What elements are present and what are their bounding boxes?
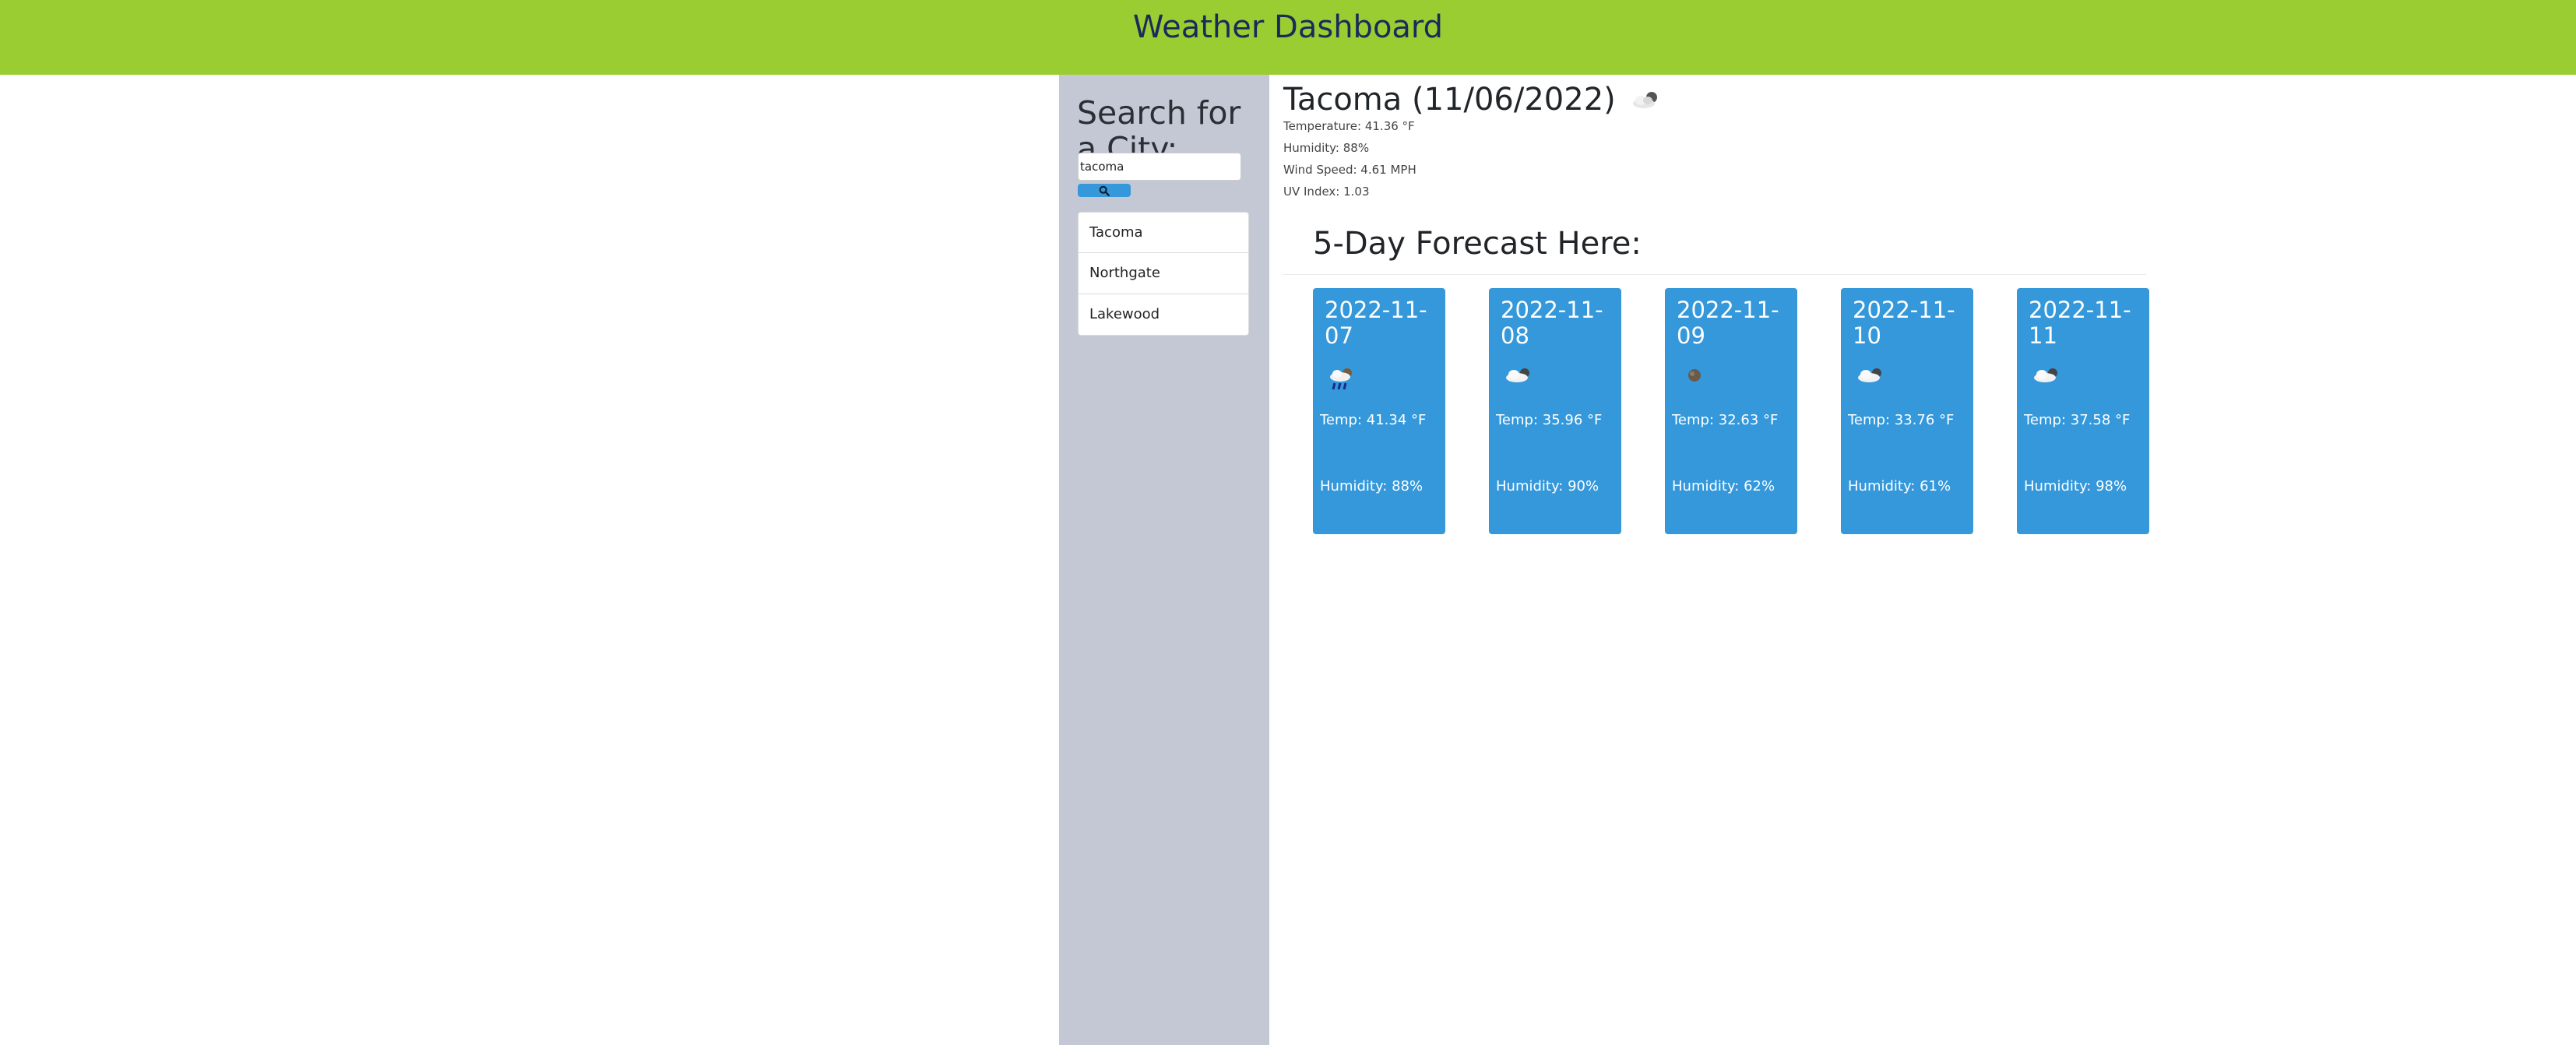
forecast-humidity: Humidity: 62% <box>1672 478 1775 494</box>
forecast-card: 2022-11-08 Temp: 35.96 °F Humidity: 90% <box>1489 288 1621 534</box>
cloudy-icon <box>1503 366 1534 388</box>
forecast-date: 2022-11-09 <box>1677 297 1779 349</box>
search-sidebar: Search for a City: Tacoma Northgate Lake… <box>1059 75 1269 1045</box>
forecast-temp: Temp: 37.58 °F <box>2024 412 2131 428</box>
page-header: Weather Dashboard <box>0 0 2576 75</box>
current-date: (11/06/2022) <box>1411 82 1616 118</box>
forecast-temp: Temp: 33.76 °F <box>1848 412 1955 428</box>
forecast-card: 2022-11-07 Temp: 41.34 °F Humidity: 88% <box>1313 288 1445 534</box>
forecast-date: 2022-11-08 <box>1501 297 1603 349</box>
forecast-humidity: Humidity: 88% <box>1320 478 1423 494</box>
forecast-humidity: Humidity: 90% <box>1496 478 1599 494</box>
current-wind-speed: Wind Speed: 4.61 MPH <box>1283 163 1416 177</box>
history-item-northgate[interactable]: Northgate <box>1078 253 1249 294</box>
search-icon <box>1099 185 1110 196</box>
weather-main: Tacoma (11/06/2022) Temperature: 41.36 °… <box>1283 75 2576 1045</box>
cloudy-icon <box>1855 366 1886 388</box>
forecast-date: 2022-11-07 <box>1325 297 1427 349</box>
forecast-card: 2022-11-09 Temp: 32.63 °F Humidity: 62% <box>1665 288 1797 534</box>
current-weather-title: Tacoma (11/06/2022) <box>1283 78 1663 123</box>
cloudy-icon <box>2031 366 2062 388</box>
current-city: Tacoma <box>1283 82 1402 118</box>
forecast-heading: 5-Day Forecast Here: <box>1313 226 1642 262</box>
forecast-card: 2022-11-11 Temp: 37.58 °F Humidity: 98% <box>2017 288 2149 534</box>
current-humidity: Humidity: 88% <box>1283 141 1370 155</box>
divider <box>1283 274 2146 275</box>
forecast-temp: Temp: 41.34 °F <box>1320 412 1427 428</box>
forecast-humidity: Humidity: 61% <box>1848 478 1951 494</box>
forecast-temp: Temp: 35.96 °F <box>1496 412 1603 428</box>
page-title: Weather Dashboard <box>1132 9 1444 45</box>
history-item-tacoma[interactable]: Tacoma <box>1078 212 1249 253</box>
current-temperature: Temperature: 41.36 °F <box>1283 119 1415 133</box>
forecast-date: 2022-11-11 <box>2029 297 2131 349</box>
cloudy-night-icon <box>1630 79 1663 123</box>
forecast-temp: Temp: 32.63 °F <box>1672 412 1779 428</box>
rain-icon <box>1327 366 1358 396</box>
forecast-date: 2022-11-10 <box>1853 297 1955 349</box>
city-search-input[interactable] <box>1078 153 1241 181</box>
clear-icon <box>1679 366 1710 388</box>
search-history-list: Tacoma Northgate Lakewood <box>1078 212 1249 336</box>
search-button[interactable] <box>1078 184 1131 197</box>
history-item-lakewood[interactable]: Lakewood <box>1078 294 1249 336</box>
forecast-humidity: Humidity: 98% <box>2024 478 2127 494</box>
current-uv-index: UV Index: 1.03 <box>1283 185 1370 199</box>
forecast-card: 2022-11-10 Temp: 33.76 °F Humidity: 61% <box>1841 288 1973 534</box>
